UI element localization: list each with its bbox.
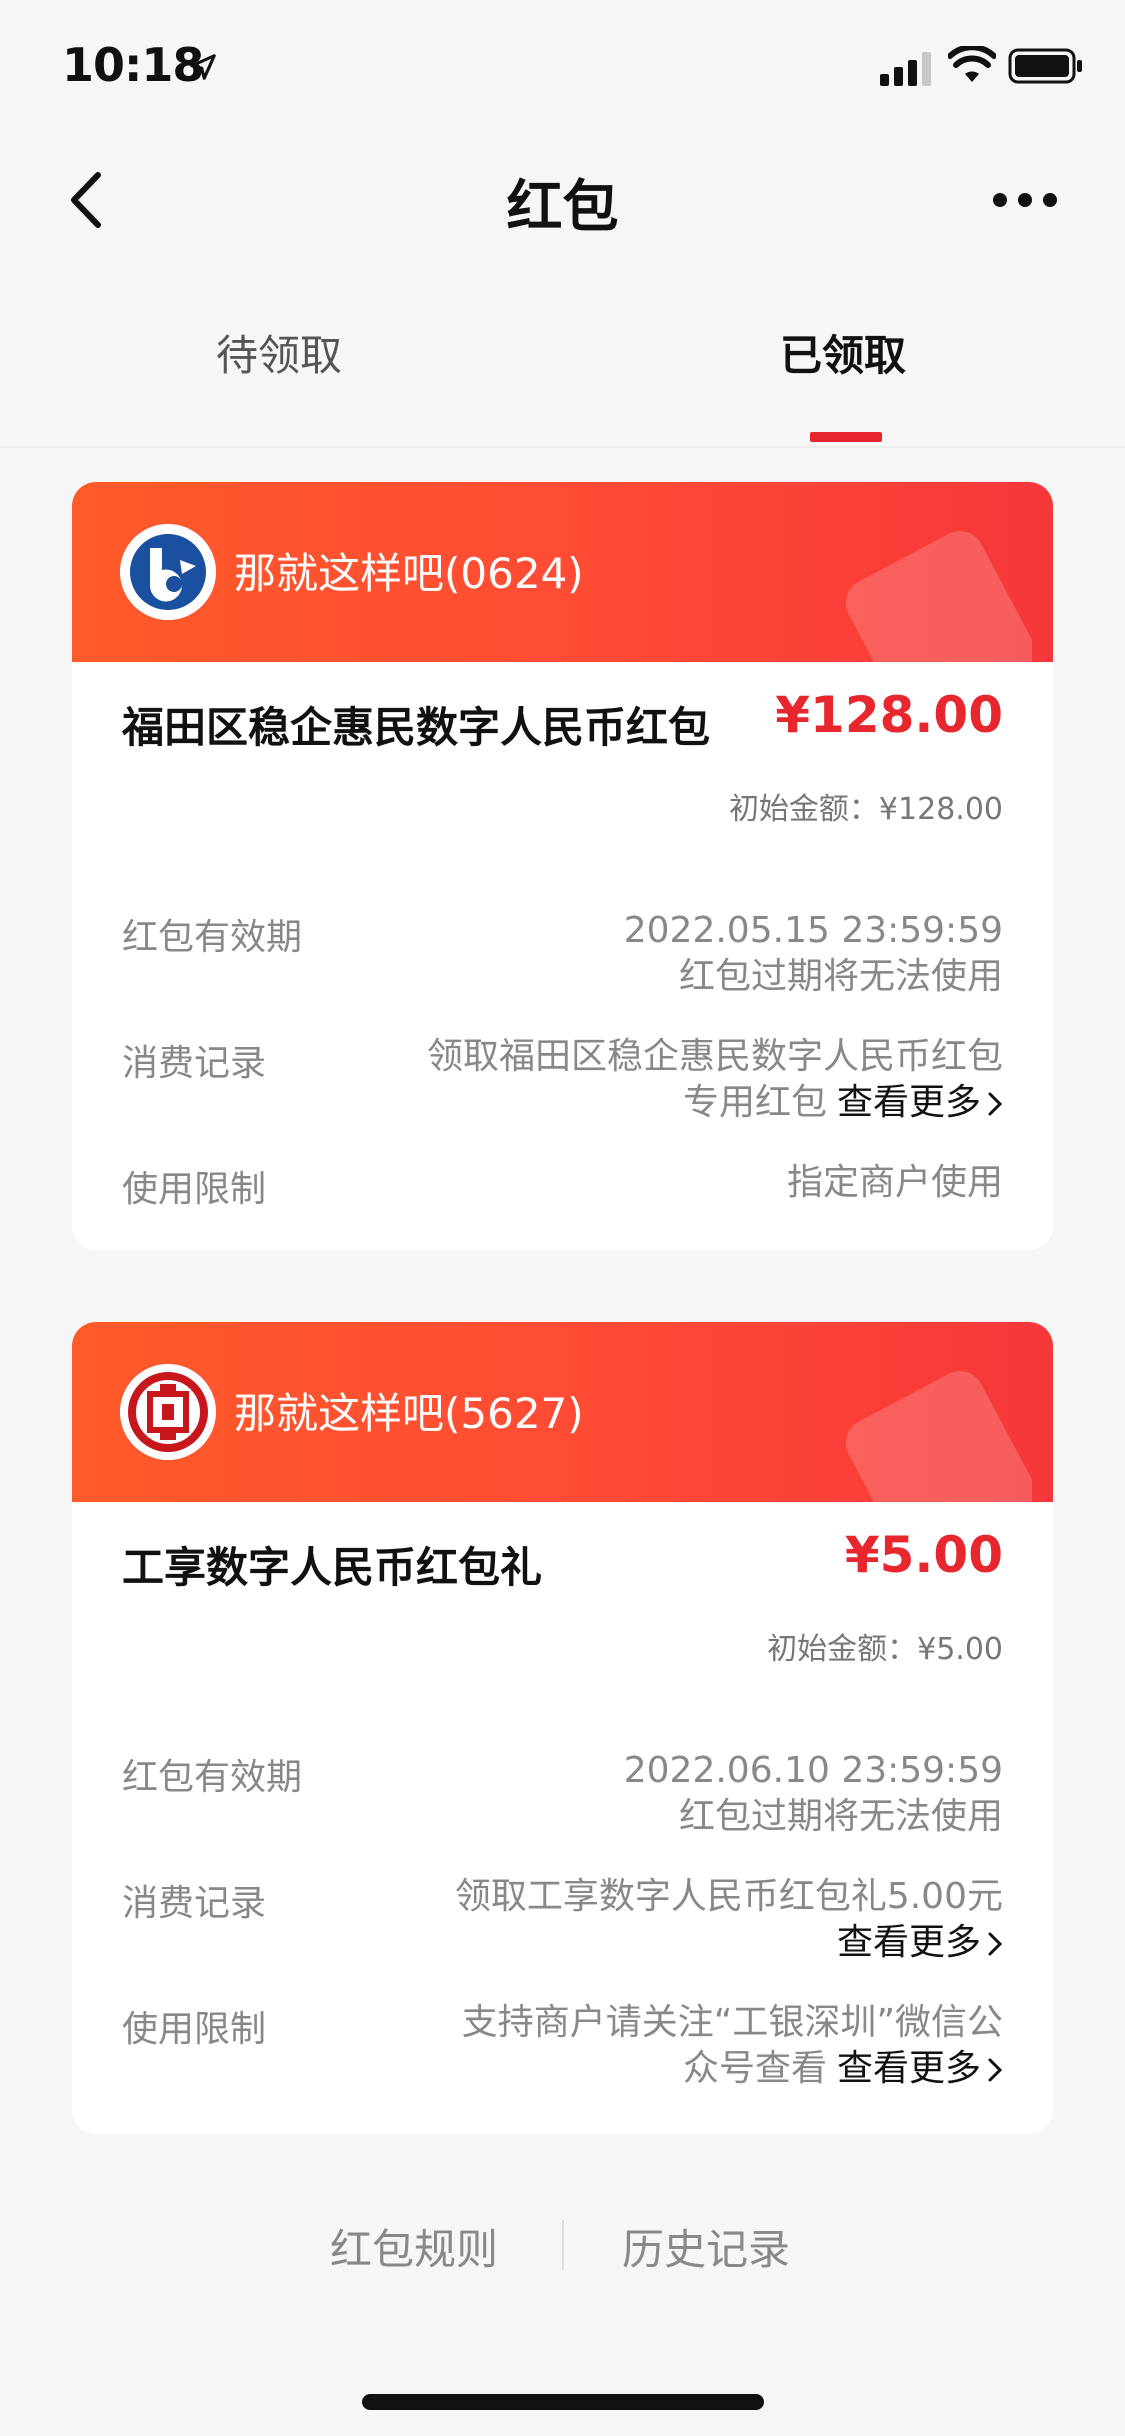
limit-label: 使用限制 [122, 2009, 267, 2050]
card-title: 工享数字人民币红包礼 [122, 1543, 543, 1592]
status-time: 10:18 [62, 38, 204, 92]
card-initial-amount: 初始金额：¥5.00 [767, 1632, 1003, 1667]
card-initial-amount: 初始金额：¥128.00 [728, 792, 1003, 827]
see-more-label: 查看更多 [836, 1082, 981, 1123]
footer-links: 红包规则 历史记录 [0, 2208, 1125, 2278]
wifi-icon [948, 46, 996, 82]
card-amount: ¥128.00 [775, 686, 1003, 744]
card-title: 福田区稳企惠民数字人民币红包 [122, 703, 711, 752]
home-indicator[interactable] [362, 2394, 764, 2410]
see-more-link[interactable]: 查看更多 [837, 2048, 1003, 2089]
record-value: 领取工享数字人民币红包礼5.00元 查看更多 [455, 1874, 1003, 1966]
status-bar: 10:18 [0, 0, 1125, 135]
cmb-bank-logo [120, 524, 216, 620]
see-more-link[interactable]: 查看更多 [837, 1082, 1003, 1123]
limit-text-cont: 众号查看 [682, 2048, 827, 2089]
limit-label: 使用限制 [122, 1169, 267, 1210]
record-value: 领取福田区稳企惠民数字人民币红包 专用红包 查看更多 [427, 1034, 1003, 1126]
icbc-bank-logo [120, 1364, 216, 1460]
nav-bar: 红包 [0, 140, 1125, 260]
record-text: 领取工享数字人民币红包礼5.00元 [454, 1876, 1003, 1917]
red-packet-card[interactable]: 那就这样吧(5627) 工享数字人民币红包礼 ¥5.00 初始金额：¥5.00 … [72, 1322, 1053, 2134]
location-arrow-icon [190, 54, 216, 80]
card-nickname: 那就这样吧(5627) [234, 1389, 584, 1438]
validity-label: 红包有效期 [122, 917, 303, 958]
red-envelope-decoration [845, 1371, 1032, 1502]
tab-received[interactable]: 已领取 [780, 322, 906, 383]
validity-value: 2022.05.15 23:59:59 红包过期将无法使用 [624, 908, 1003, 1000]
tab-bar: 待领取 已领取 [0, 300, 1125, 448]
red-packet-card[interactable]: 那就这样吧(0624) 福田区稳企惠民数字人民币红包 ¥128.00 初始金额：… [72, 482, 1053, 1250]
card-header: 那就这样吧(0624) [72, 482, 1053, 662]
see-more-link[interactable]: 查看更多 [837, 1922, 1003, 1963]
card-header: 那就这样吧(5627) [72, 1322, 1053, 1502]
history-link[interactable]: 历史记录 [622, 2216, 790, 2277]
record-label: 消费记录 [122, 1043, 267, 1084]
validity-value: 2022.06.10 23:59:59 红包过期将无法使用 [624, 1748, 1003, 1840]
validity-date: 2022.05.15 23:59:59 [623, 910, 1003, 951]
footer-divider [562, 2220, 564, 2270]
see-more-label: 查看更多 [836, 2048, 981, 2089]
record-text: 领取福田区稳企惠民数字人民币红包 [426, 1036, 1003, 1077]
record-label: 消费记录 [122, 1883, 267, 1924]
validity-date: 2022.06.10 23:59:59 [623, 1750, 1003, 1791]
limit-text: 支持商户请关注“工银深圳”微信公 [461, 2002, 1003, 2043]
record-text-cont: 专用红包 [682, 1082, 827, 1123]
limit-value: 支持商户请关注“工银深圳”微信公 众号查看 查看更多 [462, 2000, 1003, 2092]
validity-label: 红包有效期 [122, 1757, 303, 1798]
battery-icon [1008, 48, 1082, 84]
chevron-right-icon [988, 1932, 1003, 1956]
tab-pending[interactable]: 待领取 [216, 322, 342, 383]
limit-text: 指定商户使用 [786, 1162, 1003, 1203]
signal-icon [880, 52, 931, 86]
page-title: 红包 [506, 175, 619, 240]
rules-link[interactable]: 红包规则 [330, 2216, 498, 2277]
chevron-right-icon [988, 2058, 1003, 2082]
card-nickname: 那就这样吧(0624) [234, 549, 584, 598]
validity-note: 红包过期将无法使用 [678, 956, 1003, 997]
more-dots-icon[interactable] [990, 188, 1060, 212]
validity-note: 红包过期将无法使用 [678, 1796, 1003, 1837]
red-envelope-decoration [845, 531, 1032, 662]
see-more-label: 查看更多 [836, 1922, 981, 1963]
limit-value: 指定商户使用 [787, 1160, 1003, 1206]
chevron-right-icon [988, 1092, 1003, 1116]
card-amount: ¥5.00 [844, 1526, 1003, 1584]
tab-active-indicator [810, 432, 882, 442]
